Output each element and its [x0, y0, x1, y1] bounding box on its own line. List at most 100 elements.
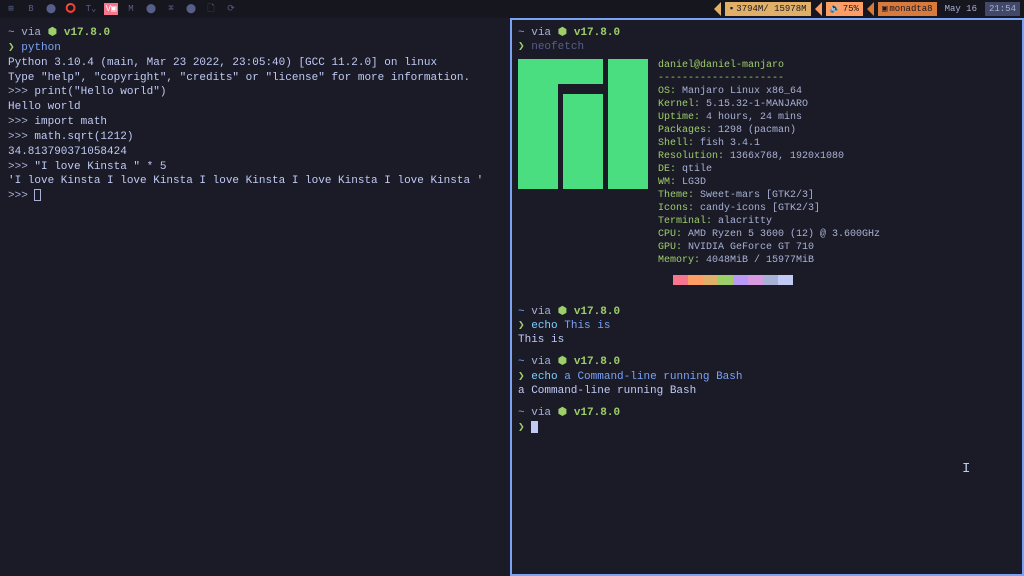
workspace-file-icon[interactable]: 🗋 [204, 3, 218, 15]
prompt-dir: ~ [518, 356, 525, 368]
workspace-icon[interactable]: ⊞ [4, 3, 18, 15]
node-icon: ⬢ [558, 407, 568, 419]
nf-key: Memory: [658, 255, 700, 266]
command-text: python [21, 42, 61, 54]
nf-key: OS: [658, 86, 676, 97]
memory-widget: ▪ 3794M/ 15978M [725, 2, 811, 16]
prompt-line: ~ via ⬢ v17.8.0 [518, 305, 1016, 319]
top-status-bar: ⊞ B ⬤ ⭕ T⌄ V▣ M ⬤ ⌘ ⬤ 🗋 ⟳ ▪ 3794M/ 15978… [0, 0, 1024, 18]
left-terminal[interactable]: ~ via ⬢ v17.8.0 ❯ python Python 3.10.4 (… [0, 18, 510, 576]
nf-row: Uptime: 4 hours, 24 mins [658, 111, 880, 124]
color-palette [658, 275, 1016, 285]
nf-val: qtile [676, 164, 712, 175]
command-arg: This is [564, 320, 610, 332]
nf-val: fish 3.4.1 [694, 138, 760, 149]
nf-row: Kernel: 5.15.32-1-MANJARO [658, 98, 880, 111]
command-line: ❯ neofetch [518, 40, 1016, 54]
prompt-arrow: ❯ [518, 422, 525, 434]
right-column: ~ via ⬢ v17.8.0 ❯ neofetch daniel@dani [510, 18, 1024, 576]
prompt-via: via [531, 407, 557, 419]
nf-val: alacritty [712, 216, 772, 227]
command-text: echo [531, 371, 557, 383]
prompt-dir: ~ [518, 407, 525, 419]
color-swatch [688, 275, 703, 285]
nf-row: Memory: 4048MiB / 15977MiB [658, 254, 880, 267]
repl-line: >>> print("Hello world") [8, 85, 502, 100]
nf-val: 1298 (pacman) [712, 125, 796, 136]
nf-val: Sweet-mars [GTK2/3] [694, 190, 814, 201]
prompt-arrow: ❯ [8, 42, 15, 54]
command-arg: a Command-line running Bash [564, 371, 742, 383]
window-name: ▣ monadta8 [878, 2, 937, 16]
workspace-v-icon[interactable]: V▣ [104, 3, 118, 15]
prompt-version: v17.8.0 [574, 27, 620, 39]
py-prompt: >>> [8, 86, 34, 98]
arrow-icon [714, 2, 721, 16]
arrow-icon [867, 2, 874, 16]
command-text: neofetch [531, 41, 584, 53]
py-code: import math [34, 116, 107, 128]
command-line: ❯ echo a Command-line running Bash [518, 370, 1016, 384]
py-code: "I love Kinsta " * 5 [34, 161, 166, 173]
workspace-dot3-icon[interactable]: ⬤ [184, 3, 198, 15]
py-prompt: >>> [8, 131, 34, 143]
repl-line: >>> [8, 189, 502, 204]
nf-val: 1366x768, 1920x1080 [724, 151, 844, 162]
command-text: echo [531, 320, 557, 332]
color-swatch [763, 275, 778, 285]
nf-row: OS: Manjaro Linux x86_64 [658, 85, 880, 98]
workspace-dot-icon[interactable]: ⬤ [44, 3, 58, 15]
python-header: Python 3.10.4 (main, Mar 23 2022, 23:05:… [8, 56, 502, 71]
workspace-circle-icon[interactable]: ⭕ [64, 3, 78, 15]
nf-val: Manjaro Linux x86_64 [676, 86, 802, 97]
status-widgets: ▪ 3794M/ 15978M 🔊 75% ▣ monadta8 May 16 … [714, 2, 1020, 16]
nf-val: AMD Ryzen 5 3600 (12) @ 3.600GHz [682, 229, 880, 240]
volume-widget[interactable]: 🔊 75% [826, 2, 863, 16]
repl-line: >>> import math [8, 115, 502, 130]
nf-row: CPU: AMD Ryzen 5 3600 (12) @ 3.600GHz [658, 228, 880, 241]
workspace-b-icon[interactable]: B [24, 3, 38, 15]
workspace-info-icon[interactable]: ⟳ [224, 3, 238, 15]
nf-dashes: --------------------- [658, 72, 880, 85]
repl-output: 'I love Kinsta I love Kinsta I love Kins… [8, 174, 502, 189]
color-swatch [718, 275, 733, 285]
arrow-icon [815, 2, 822, 16]
neofetch-output: daniel@daniel-manjaro ------------------… [518, 59, 1016, 267]
prompt-line: ~ via ⬢ v17.8.0 [8, 26, 502, 41]
prompt-via: via [21, 27, 47, 39]
workspace-cmd-icon[interactable]: ⌘ [164, 3, 178, 15]
main-area: ~ via ⬢ v17.8.0 ❯ python Python 3.10.4 (… [0, 18, 1024, 576]
python-help: Type "help", "copyright", "credits" or "… [8, 71, 502, 86]
repl-output: 34.813790371058424 [8, 145, 502, 160]
neofetch-info: daniel@daniel-manjaro ------------------… [658, 59, 880, 267]
color-swatch [733, 275, 748, 285]
nf-row: GPU: NVIDIA GeForce GT 710 [658, 241, 880, 254]
prompt-via: via [531, 356, 557, 368]
nf-header: daniel@daniel-manjaro [658, 59, 880, 72]
nf-row: Theme: Sweet-mars [GTK2/3] [658, 189, 880, 202]
nf-key: Theme: [658, 190, 694, 201]
window-name-text: monadta8 [889, 4, 932, 14]
workspace-t-icon[interactable]: T⌄ [84, 3, 98, 15]
nf-val: NVIDIA GeForce GT 710 [682, 242, 814, 253]
workspace-dot2-icon[interactable]: ⬤ [144, 3, 158, 15]
right-terminal[interactable]: ~ via ⬢ v17.8.0 ❯ neofetch daniel@dani [510, 18, 1024, 576]
prompt-version: v17.8.0 [574, 407, 620, 419]
nf-key: Uptime: [658, 112, 700, 123]
nf-key: Resolution: [658, 151, 724, 162]
nf-key: Packages: [658, 125, 712, 136]
color-swatch [658, 275, 673, 285]
nf-key: DE: [658, 164, 676, 175]
prompt-line: ~ via ⬢ v17.8.0 [518, 355, 1016, 369]
command-line[interactable]: ❯ [518, 421, 1016, 435]
workspace-m-icon[interactable]: M [124, 3, 138, 15]
repl-output: Hello world [8, 100, 502, 115]
manjaro-logo-icon [518, 59, 648, 189]
py-prompt: >>> [8, 161, 34, 173]
node-icon: ⬢ [48, 27, 58, 39]
nf-row: Shell: fish 3.4.1 [658, 137, 880, 150]
volume-value: 75% [843, 4, 859, 14]
prompt-via: via [531, 27, 557, 39]
color-swatch [673, 275, 688, 285]
nf-key: WM: [658, 177, 676, 188]
